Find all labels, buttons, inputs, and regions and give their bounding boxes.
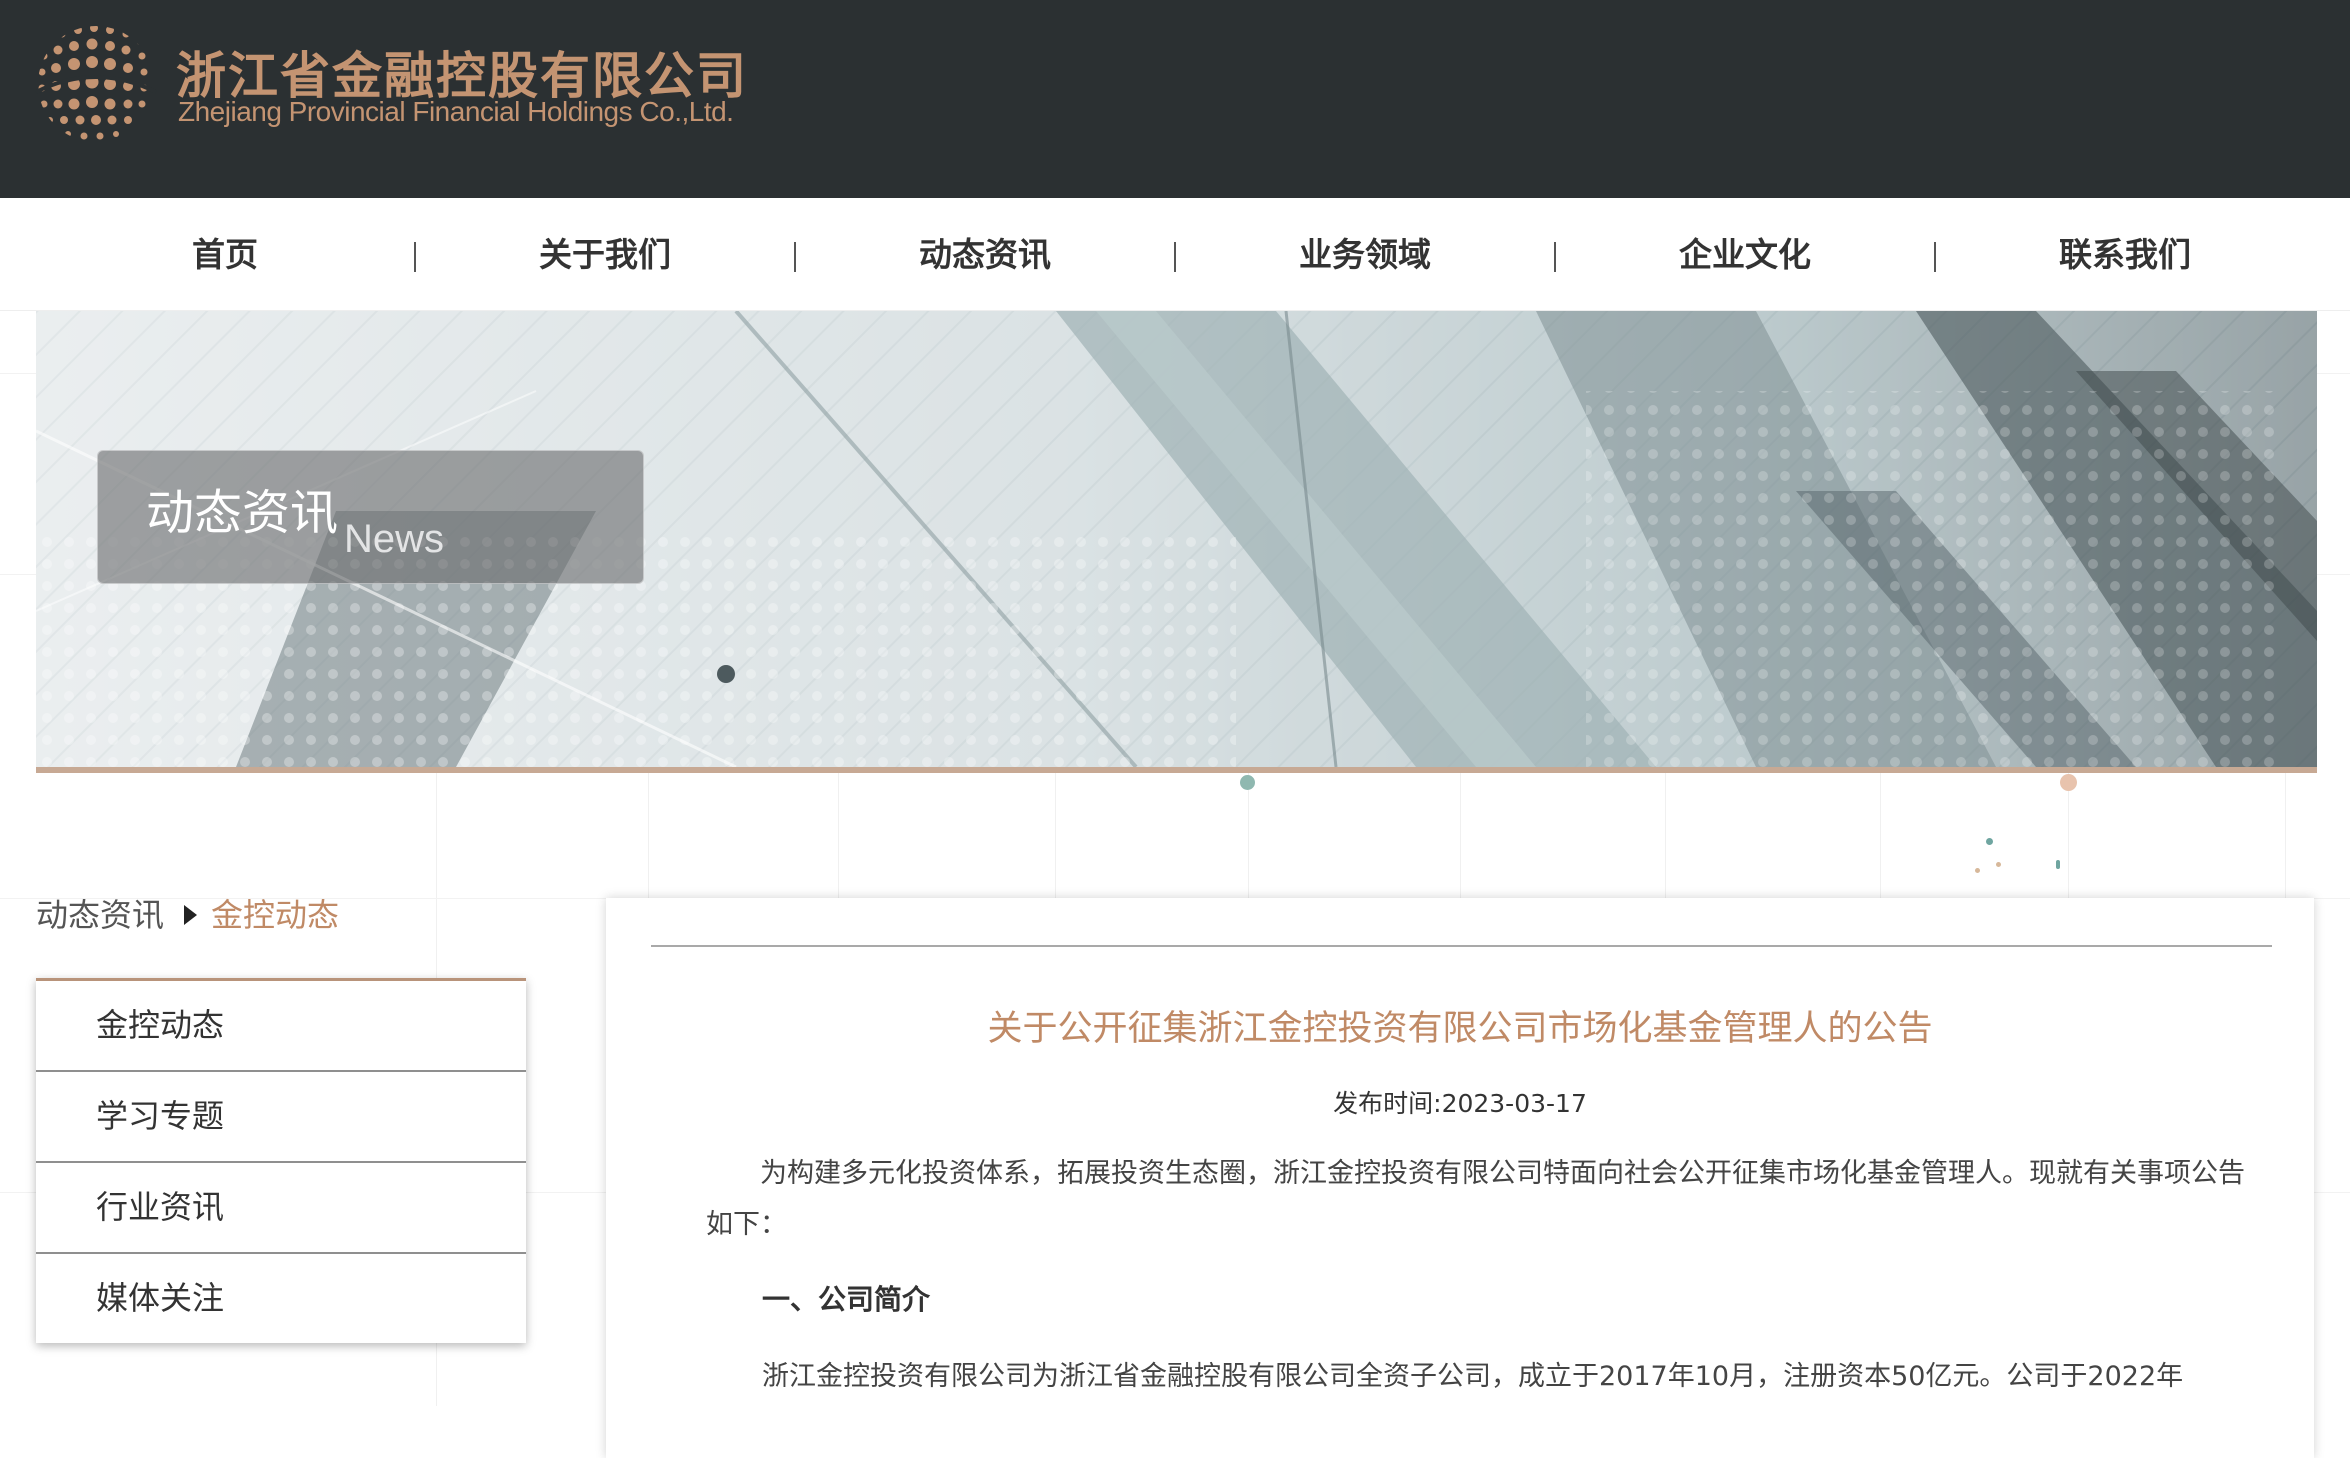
side-menu: 金控动态 学习专题 行业资讯 媒体关注 bbox=[36, 978, 526, 1343]
side-menu-item-industry-news[interactable]: 行业资讯 bbox=[36, 1163, 526, 1254]
article-panel: 关于公开征集浙江金控投资有限公司市场化基金管理人的公告 发布时间:2023-03… bbox=[606, 898, 2314, 1458]
nav-item-about[interactable]: 关于我们 bbox=[455, 228, 755, 276]
nav-item-news[interactable]: 动态资讯 bbox=[835, 228, 1135, 276]
nav-item-contact[interactable]: 联系我们 bbox=[1975, 228, 2275, 276]
caret-right-icon bbox=[184, 905, 198, 925]
breadcrumb: 动态资讯 金控动态 bbox=[36, 890, 339, 936]
section-paragraph: 浙江金控投资有限公司为浙江省金融控股有限公司全资子公司，成立于2017年10月，… bbox=[762, 1361, 2184, 1392]
article-intro: 为构建多元化投资体系，拓展投资生态圈，浙江金控投资有限公司特面向社会公开征集市场… bbox=[706, 1158, 2245, 1240]
nav-item-business[interactable]: 业务领域 bbox=[1215, 228, 1515, 276]
decor-dot bbox=[2056, 860, 2060, 869]
site-header: 浙江省金融控股有限公司 Zhejiang Provincial Financia… bbox=[0, 0, 2350, 198]
banner-underline bbox=[36, 767, 2317, 773]
article-title: 关于公开征集浙江金控投资有限公司市场化基金管理人的公告 bbox=[987, 1009, 1933, 1049]
nav-item-culture[interactable]: 企业文化 bbox=[1595, 228, 1895, 276]
decor-dot bbox=[2060, 774, 2077, 791]
nav-item-home[interactable]: 首页 bbox=[75, 228, 375, 276]
decor-dot bbox=[1240, 775, 1255, 790]
banner-image: 动态资讯 News bbox=[36, 311, 2317, 767]
publish-date: 2023-03-17 bbox=[1441, 1089, 1587, 1118]
main-nav: 首页 关于我们 动态资讯 业务领域 企业文化 联系我们 bbox=[0, 198, 2350, 311]
nav-separator bbox=[414, 242, 416, 272]
breadcrumb-news-link[interactable]: 动态资讯 bbox=[36, 896, 164, 934]
nav-separator bbox=[1174, 242, 1176, 272]
section-heading: 一、公司简介 bbox=[762, 1283, 931, 1316]
banner-label-box: 动态资讯 News bbox=[97, 450, 644, 584]
publish-info: 发布时间:2023-03-17 bbox=[606, 1084, 2314, 1120]
nav-separator bbox=[1934, 242, 1936, 272]
side-menu-item-company-news[interactable]: 金控动态 bbox=[36, 981, 526, 1072]
decor-dot bbox=[1996, 862, 2001, 867]
company-name-en: Zhejiang Provincial Financial Holdings C… bbox=[178, 96, 734, 127]
decor-dot bbox=[1975, 868, 1980, 873]
decor-dot bbox=[1986, 838, 1993, 845]
publish-label: 发布时间: bbox=[1333, 1089, 1442, 1118]
side-menu-item-study-topics[interactable]: 学习专题 bbox=[36, 1072, 526, 1163]
globe-logo-icon[interactable] bbox=[34, 22, 158, 146]
nav-separator bbox=[794, 242, 796, 272]
side-menu-item-media[interactable]: 媒体关注 bbox=[36, 1254, 526, 1343]
banner-title: 动态资讯 bbox=[146, 485, 339, 541]
breadcrumb-current[interactable]: 金控动态 bbox=[211, 896, 339, 934]
nav-separator bbox=[1554, 242, 1556, 272]
banner-subtitle: News bbox=[344, 517, 445, 561]
article-top-divider bbox=[651, 945, 2272, 947]
